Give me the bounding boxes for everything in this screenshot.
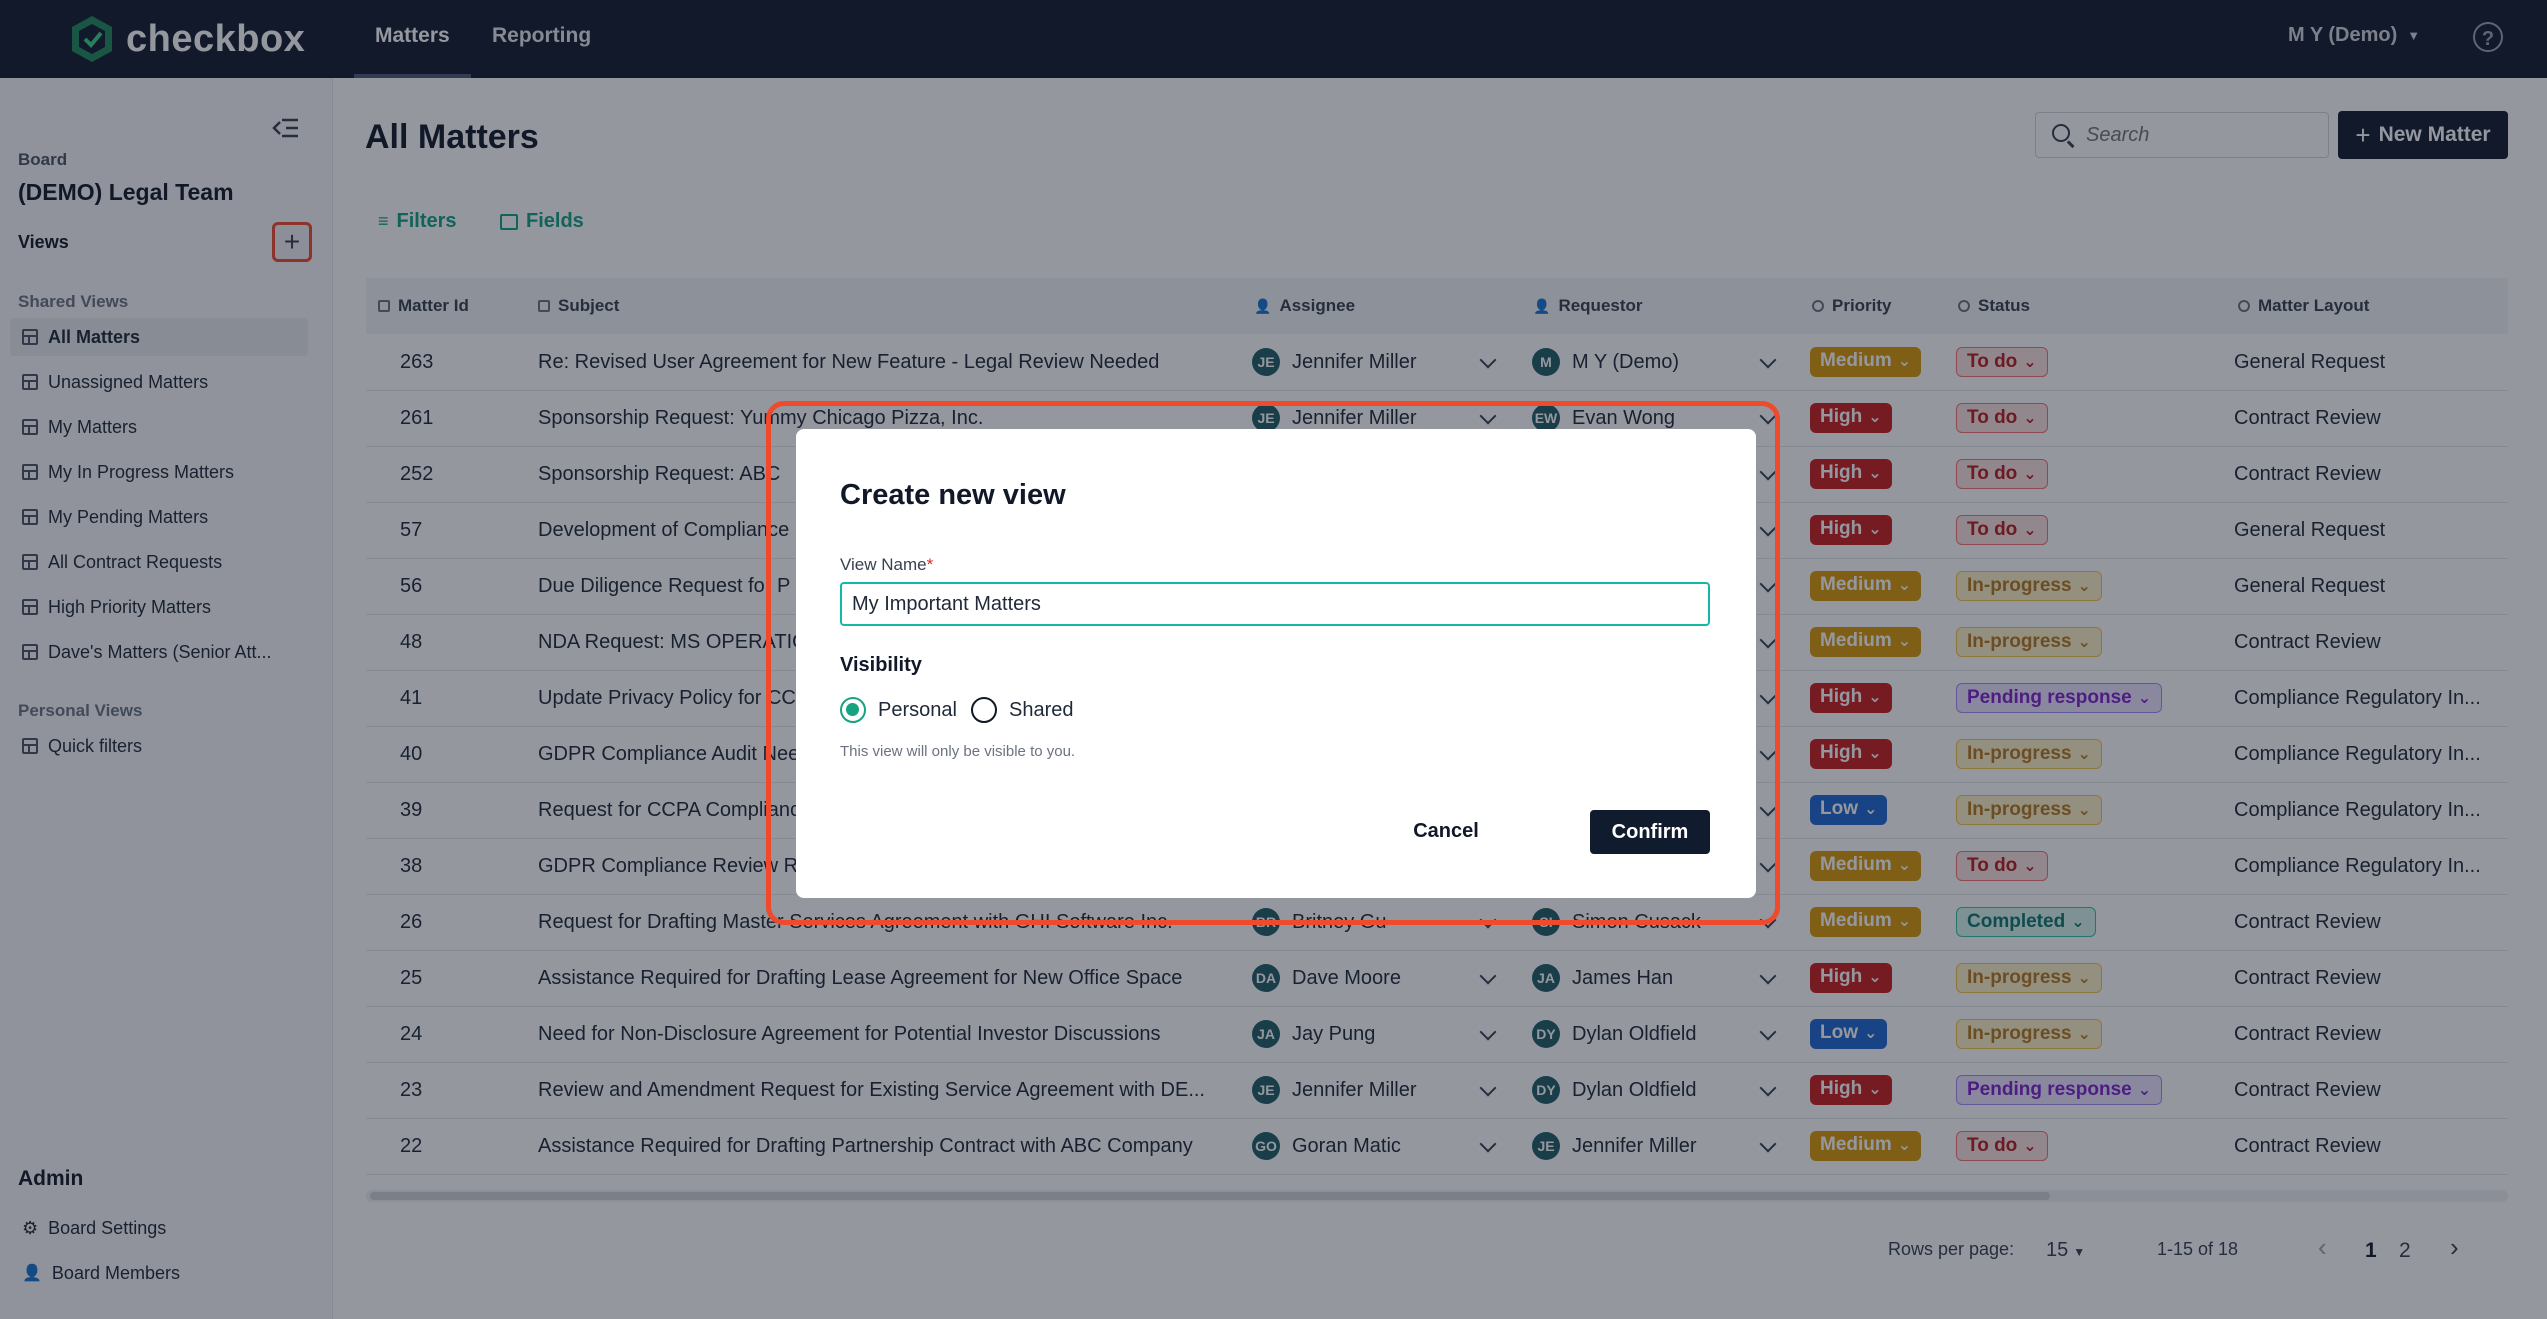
visibility-label: Visibility [840,654,922,676]
radio-shared-label[interactable]: Shared [1009,699,1074,722]
confirm-button[interactable]: Confirm [1590,810,1710,854]
view-name-label: View Name* [840,555,933,575]
cancel-button[interactable]: Cancel [1396,810,1496,852]
required-mark: * [926,555,934,574]
radio-personal[interactable] [840,697,866,723]
label-text: View Name [840,555,927,574]
dialog-title: Create new view [840,479,1066,511]
radio-shared[interactable] [971,697,997,723]
create-view-dialog: Create new view View Name* Visibility Pe… [796,429,1756,898]
view-name-input[interactable] [840,582,1710,626]
visibility-hint: This view will only be visible to you. [840,743,1076,760]
radio-personal-label[interactable]: Personal [878,699,957,722]
